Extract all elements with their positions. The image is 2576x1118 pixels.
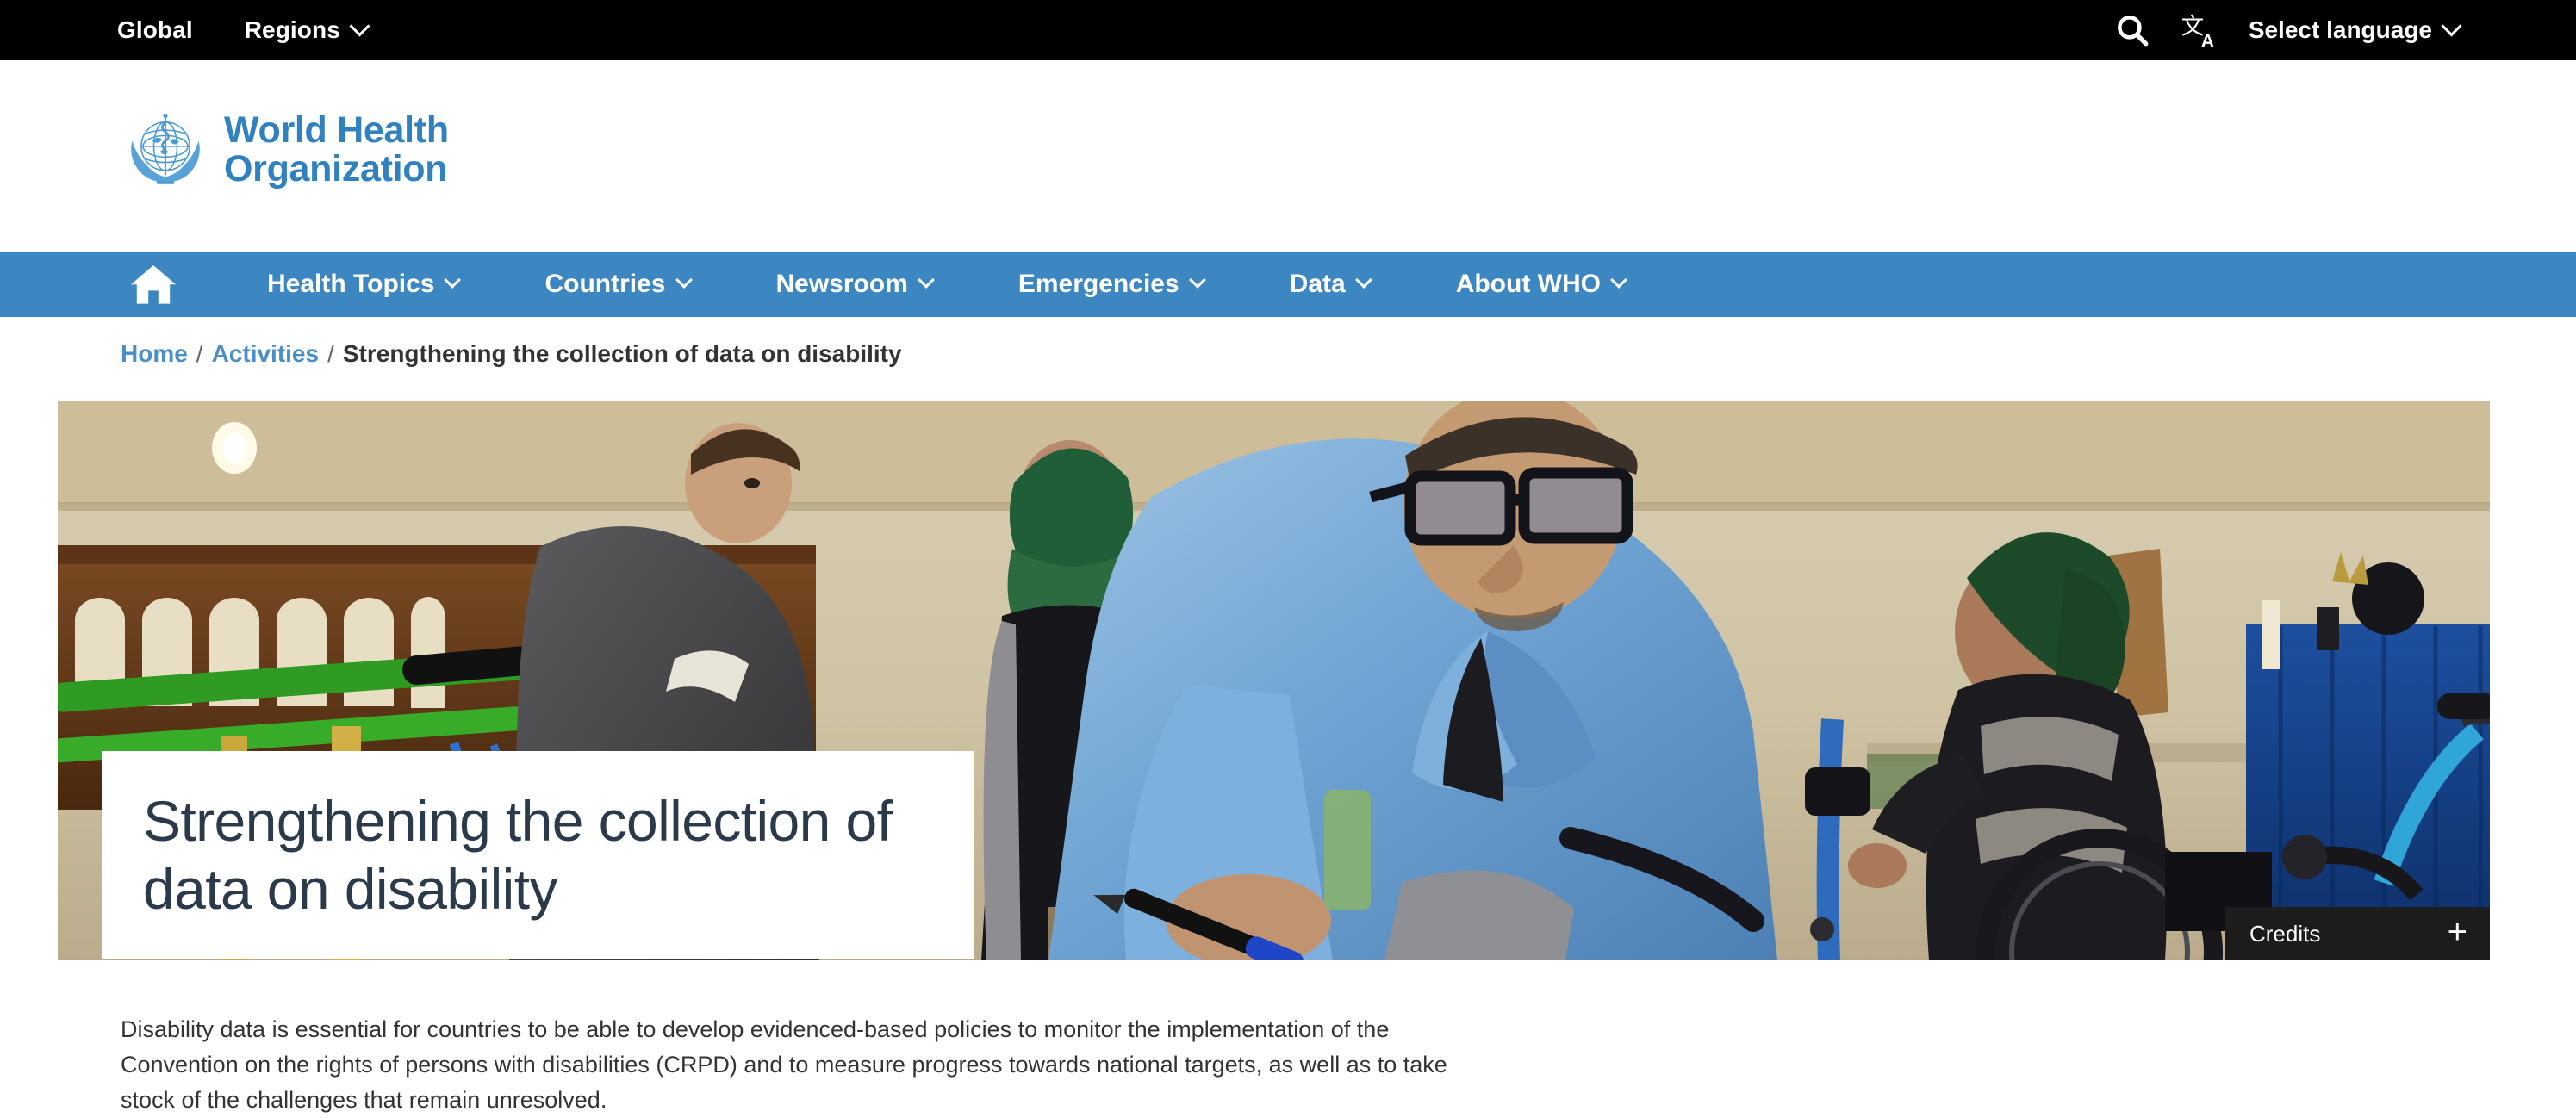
search-icon (2117, 16, 2149, 47)
home-icon (131, 265, 176, 304)
breadcrumb: Home / Activities / Strengthening the co… (121, 340, 902, 368)
regions-label: Regions (244, 16, 340, 43)
chevron-down-icon (2441, 15, 2462, 37)
nav-item-label: Newsroom (775, 270, 908, 298)
utility-bar: Global Regions 文 A Select language (0, 0, 2576, 60)
nav-item-countries[interactable]: Countries (544, 270, 693, 299)
chevron-down-icon (1354, 271, 1372, 289)
utility-bar-right: 文 A Select language (2114, 10, 2462, 50)
chevron-down-icon (1188, 271, 1206, 289)
nav-item-newsroom[interactable]: Newsroom (775, 270, 935, 299)
breadcrumb-separator: / (327, 340, 334, 367)
who-logo[interactable]: World Health Organization (121, 105, 449, 195)
nav-item-about-who[interactable]: About WHO (1455, 270, 1627, 299)
page-title: Strengthening the collection of data on … (143, 788, 893, 921)
nav-item-emergencies[interactable]: Emergencies (1017, 270, 1206, 299)
utility-bar-left: Global Regions (117, 16, 370, 44)
lede-paragraph: Disability data is essential for countri… (121, 1016, 1447, 1114)
who-wordmark-line1: World Health (224, 109, 449, 152)
who-emblem-icon (131, 113, 200, 184)
nav-item-label: About WHO (1455, 270, 1601, 298)
credits-label: Credits (2249, 920, 2321, 947)
chevron-down-icon (444, 271, 462, 289)
nav-item-label: Emergencies (1017, 270, 1179, 298)
translate-button[interactable]: 文 A (2180, 10, 2219, 50)
translate-icon: 文 A (2181, 13, 2214, 50)
breadcrumb-item-home[interactable]: Home (121, 340, 188, 368)
who-wordmark-line2: Organization (224, 148, 448, 189)
who-wordmark: World Health Organization (224, 111, 449, 188)
svg-text:A: A (2201, 31, 2214, 50)
language-selector-label: Select language (2248, 16, 2432, 43)
nav-item-label: Data (1289, 270, 1346, 298)
regions-dropdown[interactable]: Regions (244, 16, 370, 44)
chevron-down-icon (917, 271, 935, 289)
chevron-down-icon (349, 16, 370, 37)
main-navigation: Health Topics Countries Newsroom Emergen… (0, 252, 2576, 317)
nav-item-health-topics[interactable]: Health Topics (267, 270, 462, 299)
nav-item-data[interactable]: Data (1289, 270, 1372, 299)
language-selector[interactable]: Select language (2248, 15, 2462, 44)
site-header: World Health Organization (0, 60, 2576, 252)
breadcrumb-item-activities[interactable]: Activities (212, 340, 320, 368)
global-link[interactable]: Global (117, 16, 193, 44)
nav-item-label: Health Topics (267, 270, 435, 298)
nav-home-button[interactable] (128, 261, 179, 307)
search-button[interactable] (2114, 12, 2150, 48)
plus-icon[interactable]: + (2448, 915, 2467, 949)
credits-bar[interactable]: Credits + (2225, 907, 2490, 960)
chevron-down-icon (1610, 271, 1627, 289)
main-nav-items: Health Topics Countries Newsroom Emergen… (267, 270, 1627, 299)
chevron-down-icon (675, 271, 693, 289)
breadcrumb-separator: / (196, 340, 203, 367)
nav-item-label: Countries (544, 270, 666, 298)
hero-title-box: Strengthening the collection of data on … (102, 751, 974, 959)
breadcrumb-item-current: Strengthening the collection of data on … (342, 340, 902, 367)
